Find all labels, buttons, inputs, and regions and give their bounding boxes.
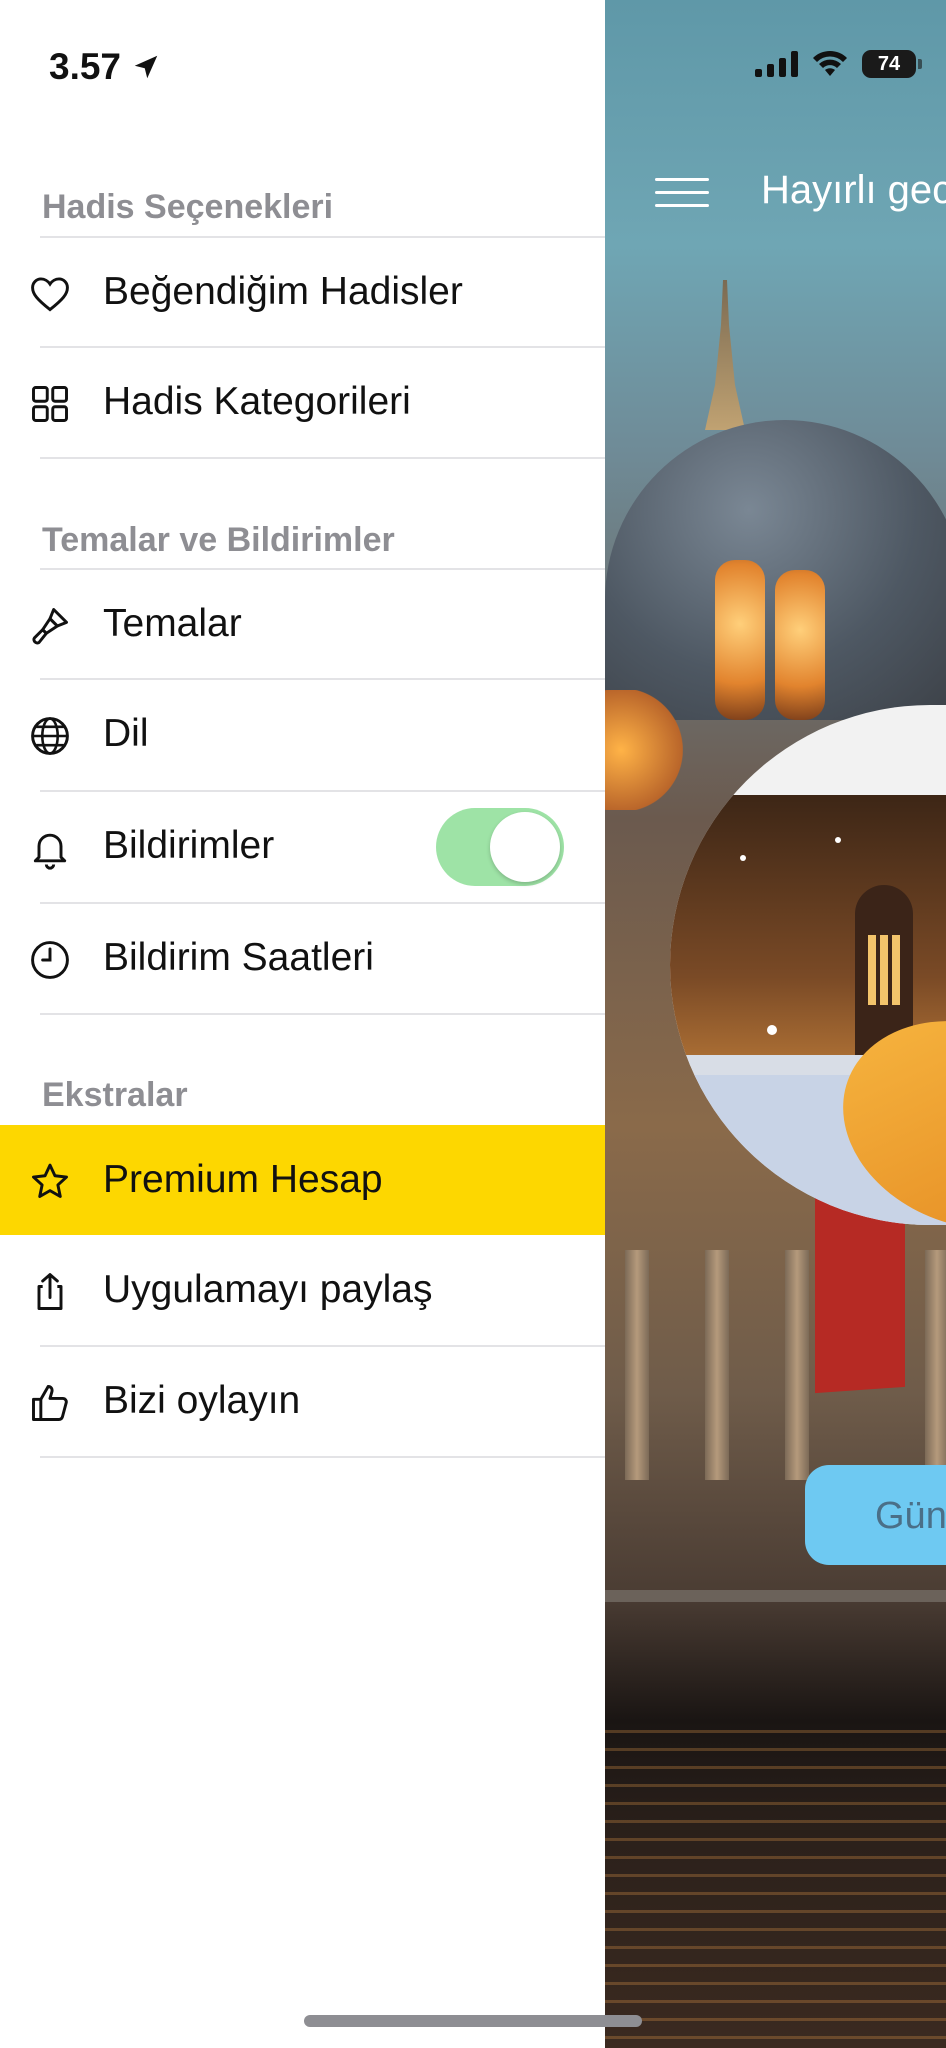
minaret-windows bbox=[868, 935, 900, 1005]
menu-item-share-app[interactable]: Uygulamayı paylaş bbox=[0, 1236, 605, 1344]
section-title-themes: Temalar ve Bildirimler bbox=[42, 521, 395, 559]
menu-item-label: Bildirimler bbox=[103, 824, 275, 867]
battery-icon: 74 bbox=[862, 50, 922, 78]
menu-item-rate-us[interactable]: Bizi oylayın bbox=[0, 1347, 605, 1455]
star-decoration bbox=[740, 855, 746, 861]
column bbox=[705, 1250, 729, 1480]
screen: Hayırlı gec Gün 74 3.57 Hadis Seçenekler… bbox=[0, 0, 946, 2048]
dome-finial bbox=[705, 280, 745, 430]
menu-item-liked-hadiths[interactable]: Beğendiğim Hadisler bbox=[0, 238, 605, 346]
menu-item-premium-account[interactable]: Premium Hesap bbox=[0, 1125, 605, 1235]
water-reflection bbox=[605, 1730, 946, 2048]
lit-window bbox=[775, 570, 825, 720]
section-title-extras: Ekstralar bbox=[42, 1076, 188, 1114]
status-time: 3.57 bbox=[49, 46, 161, 88]
cellular-signal-icon bbox=[755, 51, 798, 77]
column bbox=[785, 1250, 809, 1480]
menu-item-label: Hadis Kategorileri bbox=[103, 380, 411, 423]
home-indicator[interactable] bbox=[304, 2015, 642, 2027]
star-decoration bbox=[835, 837, 841, 843]
globe-icon bbox=[31, 717, 69, 755]
share-icon bbox=[37, 1273, 63, 1310]
daily-button-label: Gün bbox=[875, 1495, 946, 1537]
menu-item-label: Bildirim Saatleri bbox=[103, 936, 374, 979]
menu-item-label: Uygulamayı paylaş bbox=[103, 1268, 433, 1311]
menu-item-label: Temalar bbox=[103, 602, 242, 645]
menu-item-label: Premium Hesap bbox=[103, 1158, 383, 1201]
clock-icon bbox=[31, 941, 69, 979]
toggle-knob bbox=[490, 812, 560, 882]
menu-item-language[interactable]: Dil bbox=[0, 680, 605, 788]
column bbox=[625, 1250, 649, 1480]
notifications-toggle[interactable] bbox=[436, 808, 564, 886]
greeting-title: Hayırlı gec bbox=[761, 168, 946, 212]
clock-time: 3.57 bbox=[49, 46, 122, 87]
star-decoration bbox=[767, 1025, 777, 1035]
menu-item-label: Bizi oylayın bbox=[103, 1379, 301, 1422]
menu-item-notification-times[interactable]: Bildirim Saatleri bbox=[0, 904, 605, 1012]
section-title-hadis: Hadis Seçenekleri bbox=[42, 188, 334, 226]
menu-item-label: Dil bbox=[103, 712, 149, 755]
menu-item-hadith-categories[interactable]: Hadis Kategorileri bbox=[0, 348, 605, 456]
lit-arch bbox=[605, 690, 685, 810]
thumbs-up-icon bbox=[32, 1385, 68, 1421]
grid-icon bbox=[32, 386, 68, 422]
paintbrush-icon bbox=[32, 608, 68, 645]
location-arrow-icon bbox=[134, 55, 158, 79]
menu-item-label: Beğendiğim Hadisler bbox=[103, 270, 463, 313]
star-icon bbox=[32, 1163, 68, 1198]
menu-item-themes[interactable]: Temalar bbox=[0, 570, 605, 678]
heart-icon bbox=[31, 277, 69, 312]
lit-window bbox=[715, 560, 765, 720]
divider bbox=[40, 457, 605, 459]
status-icons: 74 bbox=[755, 50, 922, 78]
battery-level: 74 bbox=[877, 52, 901, 75]
divider bbox=[40, 1456, 605, 1458]
column bbox=[925, 1250, 946, 1480]
illustration-card bbox=[670, 705, 946, 1225]
background-app: Hayırlı gec Gün 74 bbox=[605, 0, 946, 2048]
wifi-icon bbox=[813, 50, 847, 76]
daily-button[interactable]: Gün bbox=[805, 1465, 946, 1565]
divider bbox=[40, 1013, 605, 1015]
side-drawer: 3.57 Hadis Seçenekleri Beğendiğim Hadisl… bbox=[0, 0, 605, 2048]
menu-icon[interactable] bbox=[655, 178, 709, 208]
bell-icon bbox=[33, 833, 67, 870]
quay bbox=[605, 1590, 946, 1602]
